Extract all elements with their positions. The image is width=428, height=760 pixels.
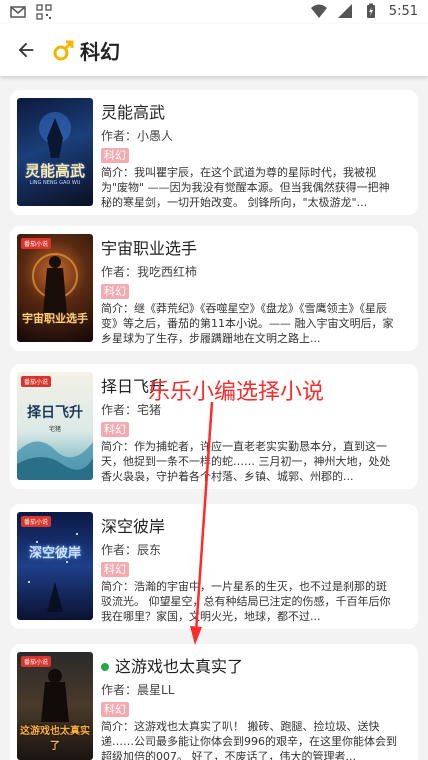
genre-tag: 科幻 [101,284,129,299]
genre-tag: 科幻 [101,562,129,577]
status-right-icons: 5:51 [310,3,418,19]
author-label: 作者： [101,543,138,557]
male-symbol-icon [53,40,74,61]
book-title-text: 深空彼岸 [101,517,166,536]
genre-tag: 科幻 [101,148,129,163]
author-label: 作者： [101,403,138,417]
book-description: 简介：继《莽荒纪》《吞噬星空》《盘龙》《雪鹰领主》《星辰变》等之后，番茄的第11… [101,301,397,346]
book-title[interactable]: 宇宙职业选手 [101,238,397,260]
cover-art [28,533,78,612]
cover-subtitle: 宅猪 [48,426,61,433]
book-card[interactable]: 番茄小说 这游戏也太真实了 这游戏也太真实了 作者：晨星LL 科幻 简介：这游戏… [10,644,418,760]
book-card[interactable]: 番茄小说 宇宙职业选手 宇宙职业选手 作者：我吃西红柿 科幻 简介：继《莽荒纪》… [10,226,418,351]
intro-label: 简介： [101,166,134,179]
intro-label: 简介： [101,302,134,315]
genre-tag: 科幻 [101,422,129,437]
cover-title: 这游戏也太真实了 [20,726,90,752]
author-label: 作者： [101,265,138,279]
intro-label: 简介： [101,440,134,453]
book-author: 作者：晨星LL [101,682,397,698]
clock: 5:51 [388,3,418,19]
status-bar: 5:51 [0,0,428,24]
arrow-back-icon [18,42,34,58]
intro-text: 我叫瞿宇辰，在这个武道为尊的星际时代，我被视为"废物" ——因为我没有觉醒本源。… [101,166,390,209]
book-title[interactable]: 灵能高武 [101,102,397,124]
cover-title: 灵能高武 [24,162,85,180]
intro-text: 作为捕蛇者，许应一直老老实实勤恳本分，直到这一天，他捉到一条不一样的蛇…… 三月… [101,440,391,483]
book-card[interactable]: 番茄小说 深空彼岸 深空彼岸 作者：辰东 科幻 简介：浩瀚的宇宙中，一片星系的生… [10,504,418,629]
book-list[interactable]: 灵能高武 LING NENG GAO WU 灵能高武 作者：小愚人 科幻 简介：… [0,80,428,760]
author-name: 晨星LL [137,683,175,697]
cover-title: 择日飞升 [27,405,83,421]
annotation-label: 乐乐小编选择小说 [148,380,325,405]
book-info: 灵能高武 作者：小愚人 科幻 简介：我叫瞿宇辰，在这个武道为尊的星际时代，我被视… [101,102,397,210]
title-group: 科幻 [52,36,120,65]
author-name: 我吃西红柿 [137,265,198,279]
author-label: 作者： [101,683,138,697]
mail-icon [10,6,26,18]
book-cover[interactable]: 番茄小说 这游戏也太真实了 [17,652,93,760]
author-label: 作者： [101,129,138,143]
book-description: 简介：我叫瞿宇辰，在这个武道为尊的星际时代，我被视为"废物" ——因为我没有觉醒… [101,165,397,210]
cover-title: 深空彼岸 [28,546,81,561]
app-bar: 科幻 [0,24,428,76]
book-title-text: 这游戏也太真实了 [115,657,244,676]
book-description: 简介：作为捕蛇者，许应一直老老实实勤恳本分，直到这一天，他捉到一条不一样的蛇……… [101,439,397,484]
book-info: 深空彼岸 作者：辰东 科幻 简介：浩瀚的宇宙中，一片星系的生灭，也不过是刹那的斑… [101,516,397,624]
book-description: 简介：浩瀚的宇宙中，一片星系的生灭，也不过是刹那的斑驳流光。 仰望星空，总有种结… [101,579,397,624]
online-status-dot [101,663,109,671]
cover-subtitle: LING NENG GAO WU [29,180,81,186]
back-button[interactable] [0,24,52,76]
book-title[interactable]: 深空彼岸 [101,516,397,538]
intro-text: 继《莽荒纪》《吞噬星空》《盘龙》《雪鹰领主》《星辰变》等之后，番茄的第11本小说… [101,302,394,345]
genre-tag: 科幻 [101,702,129,717]
book-card[interactable]: 灵能高武 LING NENG GAO WU 灵能高武 作者：小愚人 科幻 简介：… [10,90,418,215]
intro-label: 简介： [101,580,134,593]
qr-code-icon [36,4,52,20]
book-title-text: 灵能高武 [101,103,166,122]
book-title-text: 宇宙职业选手 [101,239,198,258]
book-author: 作者：我吃西红柿 [101,264,397,280]
author-name: 辰东 [137,543,162,557]
battery-charging-icon [366,3,375,18]
book-cover[interactable]: 番茄小说 深空彼岸 [17,512,93,620]
book-author: 作者：小愚人 [101,128,397,144]
wifi-icon [310,4,327,18]
intro-text: 浩瀚的宇宙中，一片星系的生灭，也不过是刹那的斑驳流光。 仰望星空，总有种结局已注… [101,580,391,623]
cell-signal-icon [337,4,352,18]
author-name: 小愚人 [137,129,174,143]
cover-art [39,112,71,158]
book-info: 宇宙职业选手 作者：我吃西红柿 科幻 简介：继《莽荒纪》《吞噬星空》《盘龙》《雪… [101,238,397,346]
book-cover[interactable]: 番茄小说 择日飞升 宅猪 [17,372,93,480]
book-description: 简介：这游戏也太真实了叭！ 搬砖、跑腿、捡垃圾、送快递……公司最多能让你体会到9… [101,719,397,760]
intro-text: 这游戏也太真实了叭！ 搬砖、跑腿、捡垃圾、送快递……公司最多能让你体会到996的… [101,720,397,760]
cover-title: 宇宙职业选手 [22,312,88,325]
status-left-icons [10,4,52,20]
book-cover[interactable]: 番茄小说 宇宙职业选手 [17,234,93,342]
intro-label: 简介： [101,720,134,733]
book-cover[interactable]: 灵能高武 LING NENG GAO WU [17,98,93,206]
book-info: 这游戏也太真实了 作者：晨星LL 科幻 简介：这游戏也太真实了叭！ 搬砖、跑腿、… [101,656,397,760]
page-title: 科幻 [80,39,120,64]
book-title[interactable]: 这游戏也太真实了 [101,656,397,678]
book-author: 作者：辰东 [101,542,397,558]
